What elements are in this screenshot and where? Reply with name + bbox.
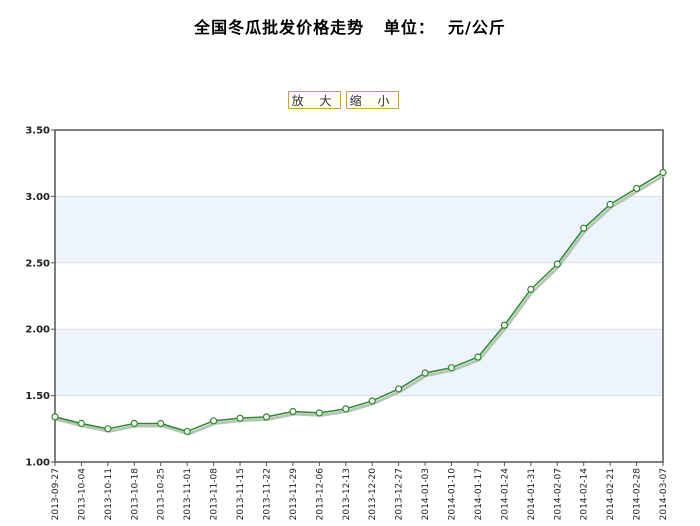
data-point: [157, 419, 165, 428]
x-tick-label: 2014-01-31: [527, 468, 537, 520]
x-tick-label: 2014-01-10: [448, 468, 458, 521]
y-tick-label: 2.50: [25, 258, 50, 269]
plot-band: [55, 329, 663, 396]
x-tick-label: 2014-01-24: [500, 468, 510, 521]
x-tick-label: 2013-12-27: [395, 468, 405, 520]
x-tick-label: 2013-10-25: [157, 468, 167, 520]
zoom-out-button[interactable]: 缩 小: [346, 91, 399, 109]
x-tick-label: 2013-12-06: [315, 468, 325, 521]
line-chart: 1.00 1.50 2.00 2.50 3.00 3.50 2013-09-27 2013-1…: [25, 126, 669, 521]
x-tick-label: 2013-11-01: [183, 468, 193, 520]
data-point: [183, 427, 191, 436]
data-point: [236, 414, 244, 422]
data-point: [368, 397, 376, 405]
plot-band: [55, 196, 663, 263]
data-point: [289, 407, 297, 416]
data-point: [500, 321, 508, 329]
data-point: [553, 260, 561, 268]
x-tick-label: 2013-12-13: [342, 468, 352, 520]
y-tick-label: 3.00: [25, 192, 50, 203]
plot-frame: [54, 129, 664, 463]
x-tick-label: 2013-10-04: [77, 468, 87, 521]
data-point: [474, 353, 482, 361]
x-tick-label: 2013-12-20: [368, 468, 378, 521]
zoom-in-button[interactable]: 放 大: [288, 91, 341, 109]
x-tick-label: 2014-01-03: [421, 468, 431, 520]
y-tick-label: 2.00: [25, 325, 50, 336]
y-tick-label: 1.00: [25, 458, 50, 469]
x-tick-label: 2013-11-29: [289, 468, 299, 521]
y-tick-label: 3.50: [25, 126, 50, 137]
x-tick-label: 2014-02-21: [606, 468, 616, 520]
x-tick-label: 2013-10-18: [130, 468, 140, 521]
x-tick-label: 2013-11-08: [210, 468, 220, 521]
data-point: [315, 409, 323, 417]
data-point: [580, 224, 588, 232]
data-point: [527, 285, 535, 293]
data-point: [51, 413, 59, 421]
x-tick-label: 2014-02-28: [633, 468, 643, 521]
data-point: [395, 385, 403, 393]
x-tick-label: 2014-02-14: [580, 468, 590, 521]
data-point: [130, 419, 138, 428]
x-tick-label: 2013-11-22: [262, 468, 272, 520]
data-point: [104, 425, 112, 433]
data-point: [262, 413, 271, 421]
data-point: [447, 364, 456, 372]
x-tick-label: 2013-11-15: [236, 468, 246, 520]
data-point: [342, 405, 350, 413]
y-tick-label: 1.50: [25, 391, 50, 402]
data-point: [421, 369, 429, 377]
x-tick-label: 2013-10-11: [104, 468, 114, 520]
data-point: [210, 417, 218, 425]
x-tick-label: 2014-01-17: [474, 468, 484, 520]
x-tick-label: 2014-03-07: [659, 468, 669, 520]
chart-title: 全国冬瓜批发价格走势 单位： 元/公斤: [194, 18, 506, 37]
x-tick-label: 2014-02-07: [553, 468, 563, 520]
data-point: [606, 200, 614, 208]
data-point: [77, 419, 86, 428]
data-point: [659, 168, 667, 177]
data-point: [632, 184, 641, 193]
x-tick-label: 2013-09-27: [51, 468, 61, 520]
